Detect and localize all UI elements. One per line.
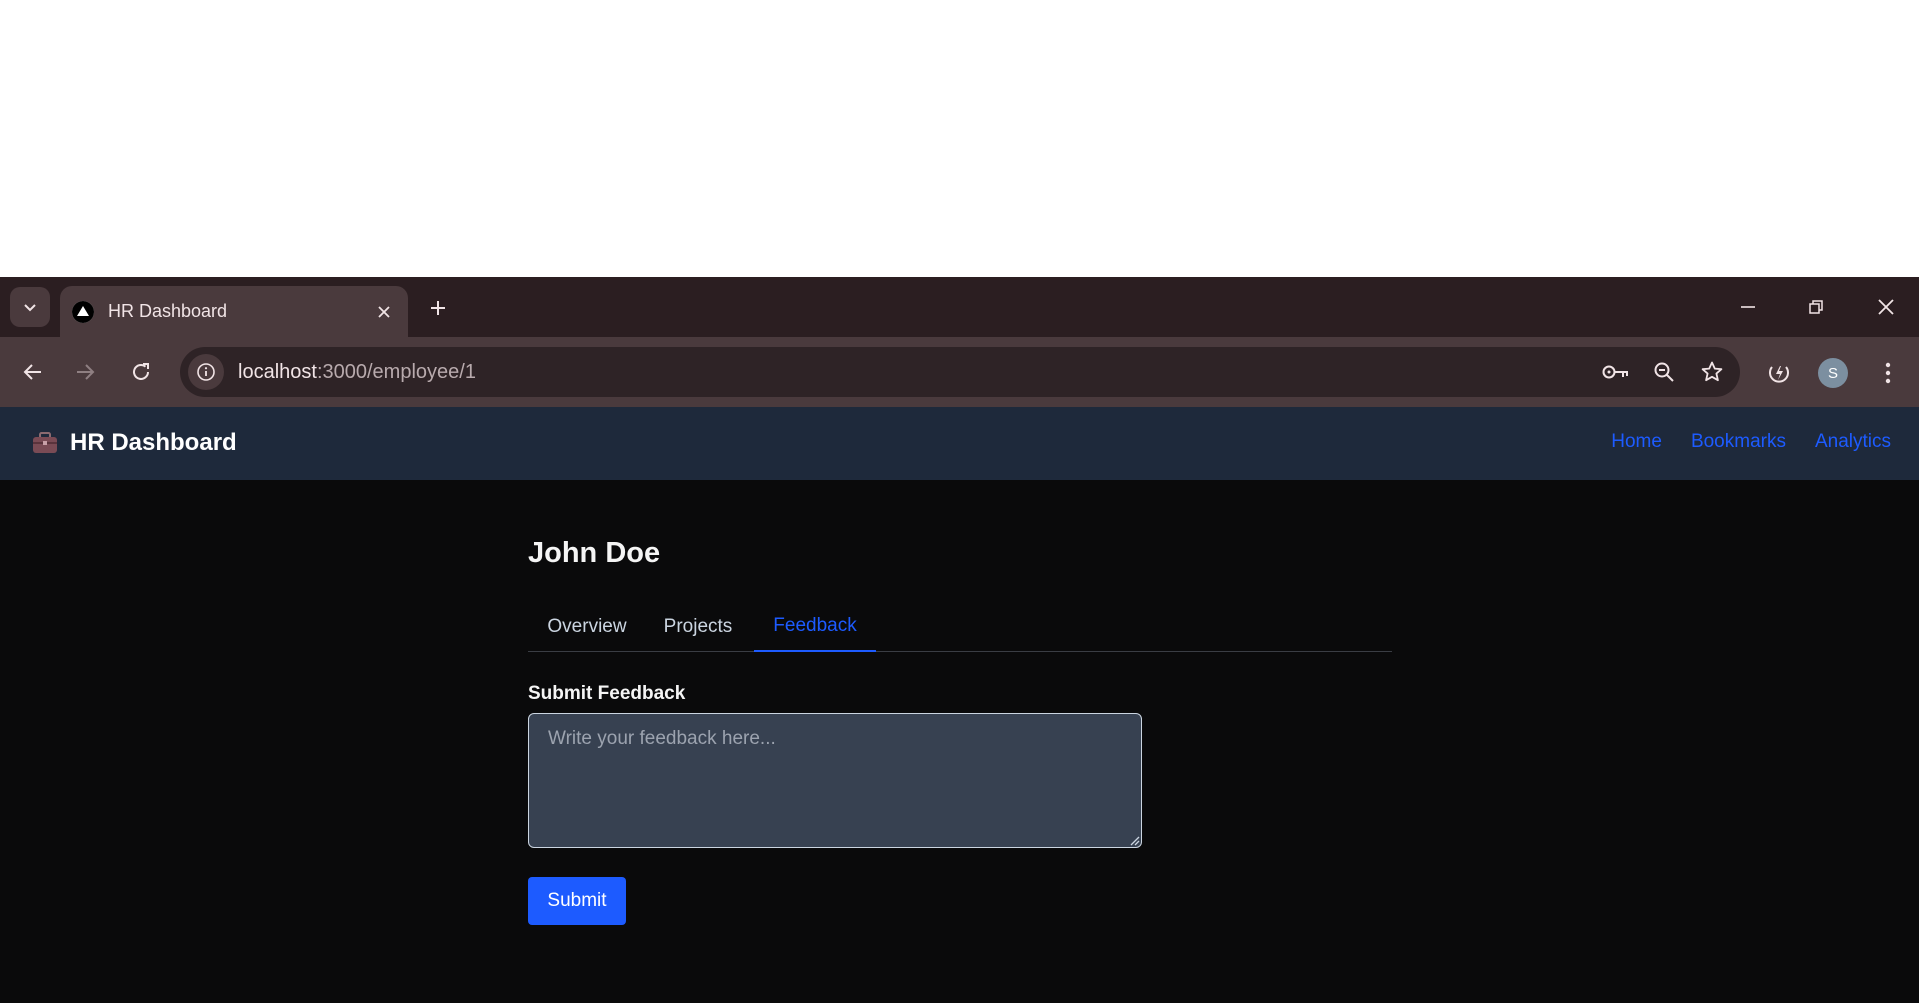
- browser-tabstrip: HR Dashboard: [0, 277, 1919, 337]
- address-bar[interactable]: localhost:3000/employee/1: [180, 347, 1740, 397]
- browser-tab[interactable]: HR Dashboard: [60, 286, 408, 337]
- feedback-textarea[interactable]: [528, 713, 1142, 848]
- tab-favicon-icon: [72, 300, 94, 323]
- nav-links: Home Bookmarks Analytics: [1611, 431, 1891, 453]
- tab-title: HR Dashboard: [108, 301, 228, 321]
- tab-search-button[interactable]: [10, 287, 50, 327]
- close-window-button[interactable]: [1862, 289, 1910, 325]
- minimize-icon: [1741, 306, 1755, 308]
- blank-area: [0, 0, 1919, 277]
- password-key-icon[interactable]: [1596, 352, 1636, 392]
- chevron-down-icon: [24, 304, 36, 312]
- restore-icon: [1809, 300, 1823, 314]
- nav-link-bookmarks[interactable]: Bookmarks: [1691, 431, 1786, 453]
- page: HR Dashboard Home Bookmarks Analytics Jo…: [0, 407, 1919, 1003]
- tab-projects[interactable]: Projects: [646, 602, 750, 652]
- url-path: :3000/employee/1: [316, 360, 476, 383]
- employee-name: John Doe: [528, 537, 661, 569]
- app-navbar: HR Dashboard Home Bookmarks Analytics: [0, 407, 1919, 480]
- new-tab-button[interactable]: [422, 292, 454, 324]
- submit-button[interactable]: Submit: [528, 877, 626, 925]
- resize-handle-icon[interactable]: [1128, 834, 1140, 846]
- profile-avatar[interactable]: S: [1818, 358, 1848, 388]
- performance-icon[interactable]: [1759, 353, 1799, 393]
- brand[interactable]: HR Dashboard: [32, 429, 237, 457]
- nav-link-home[interactable]: Home: [1611, 431, 1662, 453]
- close-icon: [1878, 299, 1894, 315]
- tab-feedback[interactable]: Feedback: [754, 602, 876, 652]
- forward-button[interactable]: [64, 351, 106, 393]
- reload-button[interactable]: [120, 351, 162, 393]
- brand-title: HR Dashboard: [70, 429, 237, 456]
- employee-detail: John Doe Overview Projects Feedback Subm…: [528, 537, 1392, 925]
- tab-bar: Overview Projects Feedback: [528, 602, 1392, 652]
- arrow-right-icon: [77, 364, 95, 380]
- tab-overview[interactable]: Overview: [528, 602, 646, 652]
- browser-toolbar: localhost:3000/employee/1: [0, 337, 1919, 407]
- feedback-section-label: Submit Feedback: [528, 683, 686, 704]
- site-info-icon[interactable]: [188, 354, 224, 390]
- kebab-menu-icon[interactable]: [1868, 353, 1908, 393]
- url-host: localhost: [238, 360, 317, 383]
- reload-icon: [133, 363, 149, 380]
- tab-close-icon[interactable]: [370, 298, 398, 326]
- nav-link-analytics[interactable]: Analytics: [1815, 431, 1891, 453]
- back-button[interactable]: [12, 351, 54, 393]
- minimize-button[interactable]: [1724, 289, 1772, 325]
- plus-icon: [431, 301, 445, 315]
- briefcase-icon: [32, 432, 58, 454]
- bookmark-star-icon[interactable]: [1692, 352, 1732, 392]
- zoom-out-icon[interactable]: [1644, 352, 1684, 392]
- url-text[interactable]: localhost:3000/employee/1: [238, 361, 1596, 384]
- arrow-left-icon: [23, 364, 41, 380]
- restore-button[interactable]: [1792, 289, 1840, 325]
